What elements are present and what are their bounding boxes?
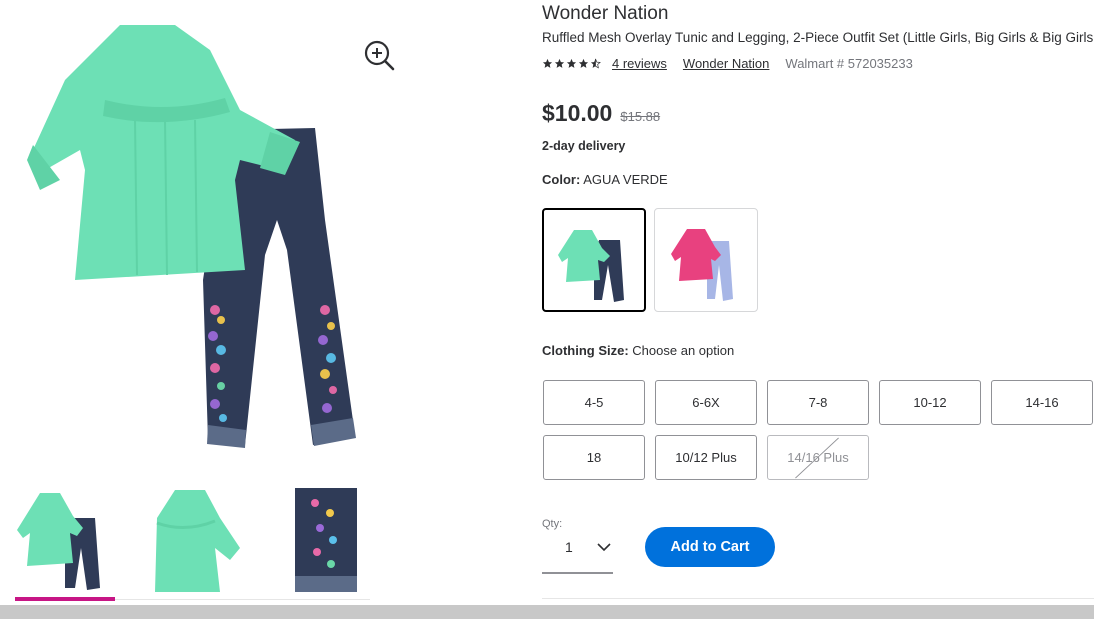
size-option-7-8[interactable]: 7-8	[767, 380, 869, 425]
clothing-size-label: Clothing Size: Choose an option	[542, 343, 734, 358]
swatch-pink[interactable]	[654, 208, 758, 312]
thumbnail-strip	[15, 488, 370, 603]
chevron-down-icon	[597, 543, 611, 552]
main-product-image[interactable]	[25, 20, 365, 460]
delivery-info: 2-day delivery	[542, 139, 626, 153]
brand-link[interactable]: Wonder Nation	[683, 56, 769, 71]
walmart-number: Walmart # 572035233	[785, 55, 913, 71]
quantity-value: 1	[565, 539, 573, 555]
size-option-18[interactable]: 18	[543, 435, 645, 480]
size-option-14-16[interactable]: 14-16	[991, 380, 1093, 425]
size-option-4-5[interactable]: 4-5	[543, 380, 645, 425]
section-divider	[542, 598, 1094, 599]
star-icon	[554, 58, 565, 68]
color-selected-value: AGUA VERDE	[583, 172, 668, 187]
size-option-6-6x[interactable]: 6-6X	[655, 380, 757, 425]
product-title: Ruffled Mesh Overlay Tunic and Legging, …	[542, 30, 1094, 45]
unavailable-strike	[795, 437, 839, 479]
size-option-14-16-plus-unavailable[interactable]: 14/16 Plus	[767, 435, 869, 480]
quantity-label: Qty:	[542, 518, 563, 530]
star-icon	[566, 58, 577, 68]
price-row: $10.00 $15.88	[542, 100, 660, 127]
clothing-size-title: Clothing Size:	[542, 343, 629, 358]
horizontal-scrollbar[interactable]	[0, 605, 1094, 619]
thumbnail-outfit[interactable]	[15, 488, 115, 598]
thumbnail-tunic[interactable]	[145, 488, 245, 598]
star-icon	[542, 58, 553, 68]
star-icon	[578, 58, 589, 68]
star-half-icon	[590, 58, 601, 69]
quantity-select[interactable]: 1	[542, 532, 613, 574]
clothing-size-prompt: Choose an option	[632, 343, 735, 358]
swatch-agua-verde[interactable]	[542, 208, 646, 312]
color-label: Color: AGUA VERDE	[542, 172, 668, 187]
current-price: $10.00	[542, 100, 613, 126]
thumbnail-selected-indicator	[15, 597, 115, 601]
thumbnail-legging-detail[interactable]	[275, 488, 375, 598]
add-to-cart-button[interactable]: Add to Cart	[645, 527, 775, 567]
zoom-in-icon[interactable]	[362, 38, 396, 72]
color-label-title: Color:	[542, 172, 581, 187]
star-rating[interactable]	[542, 58, 601, 69]
rating-row: 4 reviews Wonder Nation Walmart # 572035…	[542, 54, 913, 72]
brand-title: Wonder Nation	[542, 3, 669, 24]
was-price: $15.88	[620, 109, 661, 124]
size-option-10-12[interactable]: 10-12	[879, 380, 981, 425]
size-option-10-12-plus[interactable]: 10/12 Plus	[655, 435, 757, 480]
reviews-link[interactable]: 4 reviews	[612, 56, 667, 71]
